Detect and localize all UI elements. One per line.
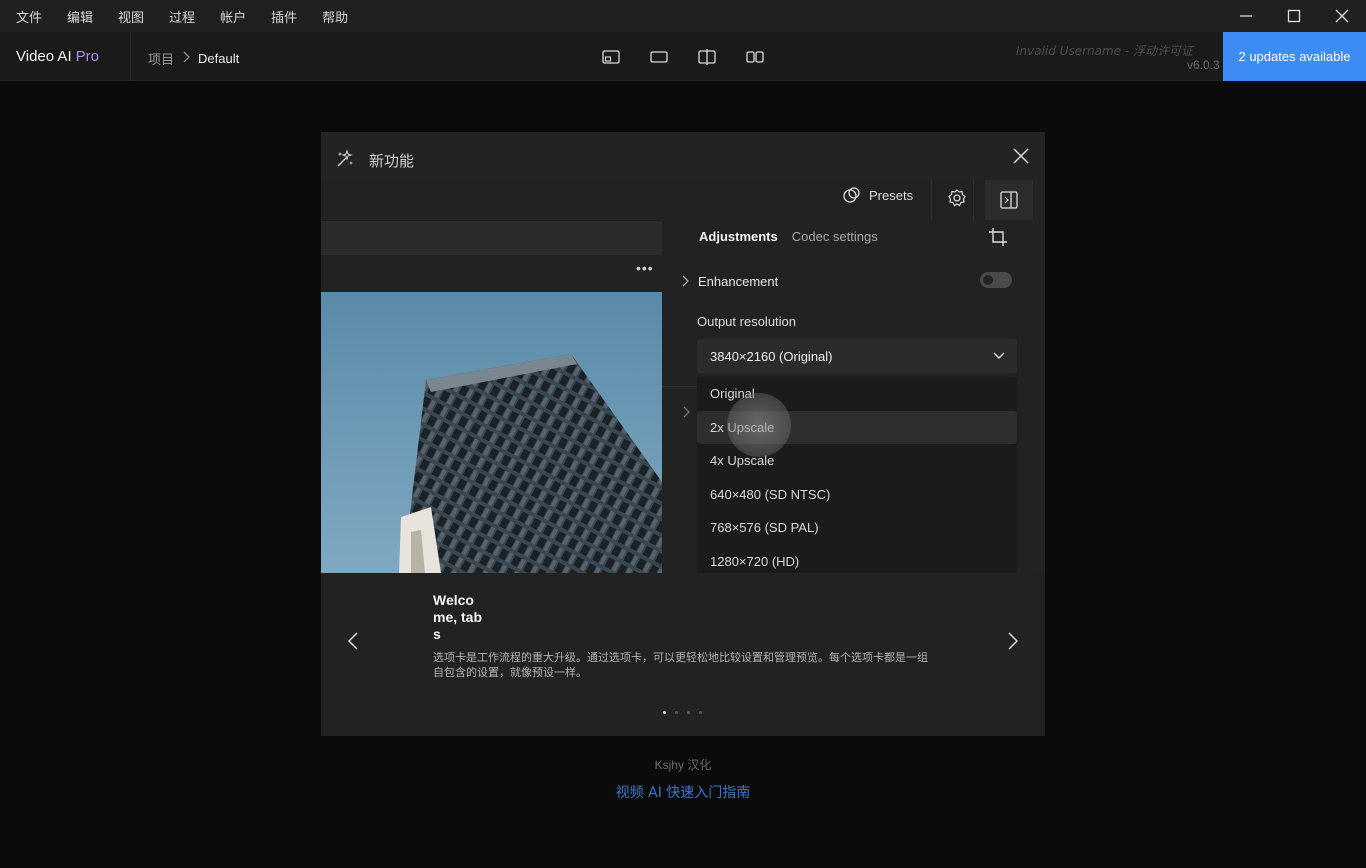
breadcrumb-current-project[interactable]: Default [198, 51, 239, 66]
whats-new-dialog: 新功能 Presets ••• Adjustments Codec settin… [321, 132, 1045, 736]
tab-codec-settings: Codec settings [791, 229, 878, 244]
chevron-left-icon[interactable] [345, 631, 361, 656]
menu-item-view[interactable]: 视图 [118, 7, 144, 26]
page-dot[interactable] [675, 711, 678, 714]
crop-icon [988, 227, 1008, 252]
output-resolution-select: 3840×2160 (Original) [697, 339, 1017, 373]
menu-item-account[interactable]: 帐户 [220, 7, 246, 26]
chevron-down-icon [993, 352, 1005, 359]
toolbar-divider [931, 180, 932, 220]
side-by-side-view-icon[interactable] [742, 46, 768, 68]
resolution-option: 640×480 (SD NTSC) [710, 487, 831, 502]
breadcrumb-projects[interactable]: 项目 [148, 49, 174, 68]
tab-adjustments: Adjustments [699, 229, 778, 244]
presets-button: Presets [843, 186, 913, 204]
presets-label: Presets [869, 187, 914, 203]
toolbar-divider [973, 180, 974, 220]
window-controls [1222, 0, 1366, 32]
preview-toolbar: Presets [321, 180, 1033, 220]
localization-credit: Ksjhy 汉化 [0, 756, 1366, 773]
app-name: Video AI [16, 48, 72, 65]
single-view-icon[interactable] [598, 46, 624, 68]
preview-tab-strip [321, 221, 662, 254]
close-icon[interactable] [1318, 0, 1366, 32]
sparkle-icon [335, 149, 355, 169]
more-options-icon: ••• [636, 260, 654, 276]
slide-description: 选项卡是工作流程的重大升级。通过选项卡，可以更轻松地比较设置和管理预览。每个选项… [433, 651, 928, 679]
menu-item-plugins[interactable]: 插件 [271, 7, 297, 26]
menu: 文件 编辑 视图 过程 帐户 插件 帮助 [16, 7, 373, 26]
app-edition: Pro [75, 48, 99, 65]
output-resolution-label: Output resolution [697, 314, 797, 329]
breadcrumb: 项目 Default [148, 49, 239, 68]
app-brand: Video AI Pro [16, 48, 99, 65]
minimize-icon[interactable] [1222, 0, 1270, 32]
app-version: v6.0.3 [1187, 58, 1220, 72]
resolution-option: 1280×720 (HD) [710, 554, 800, 569]
enhancement-label: Enhancement [698, 273, 779, 289]
menu-item-help[interactable]: 帮助 [322, 7, 348, 26]
menu-bar: 文件 编辑 视图 过程 帐户 插件 帮助 [0, 0, 1366, 32]
license-status: Invalid Username - 浮动许可证 [1016, 44, 1194, 58]
quick-start-guide-link[interactable]: 视频 AI 快速入门指南 [0, 782, 1366, 802]
selected-resolution: 3840×2160 (Original) [710, 348, 833, 364]
credit-suffix: 汉化 [687, 758, 712, 772]
carousel-pagination [663, 711, 711, 714]
enhancement-toggle [980, 272, 1012, 288]
chevron-right-icon[interactable] [1005, 631, 1021, 656]
section-divider [662, 386, 699, 387]
maximize-icon[interactable] [1270, 0, 1318, 32]
feature-carousel: Welcome, tabs 选项卡是工作流程的重大升级。通过选项卡，可以更轻松地… [321, 573, 1045, 736]
resolution-dropdown-menu: Original 2x Upscale 4x Upscale 640×480 (… [697, 377, 1017, 573]
app-header: Video AI Pro 项目 Default Invalid Username … [0, 32, 1366, 81]
panel-tabs: Adjustments Codec settings [699, 229, 878, 244]
resolution-option: 768×576 (SD PAL) [710, 520, 819, 535]
menu-item-file[interactable]: 文件 [16, 7, 42, 26]
full-view-icon[interactable] [646, 46, 672, 68]
panel-toggle-icon [985, 180, 1033, 220]
updates-available-button[interactable]: 2 updates available [1223, 32, 1366, 81]
menu-item-process[interactable]: 过程 [169, 7, 195, 26]
chevron-right-icon [682, 275, 689, 287]
credit-name: Ksjhy [654, 758, 684, 772]
settings-gear-icon [947, 184, 967, 217]
menu-item-edit[interactable]: 编辑 [67, 7, 93, 26]
click-indicator [727, 393, 791, 457]
enhancement-row: Enhancement [680, 270, 1014, 292]
feature-preview-image: Presets ••• Adjustments Codec settings E… [321, 180, 1033, 573]
presets-icon [843, 187, 860, 203]
split-view-icon[interactable] [694, 46, 720, 68]
viewer-header: ••• [321, 254, 662, 292]
view-mode-switcher [598, 46, 790, 68]
dialog-title: 新功能 [369, 152, 415, 170]
chevron-right-icon [681, 405, 691, 423]
page-dot-active[interactable] [663, 711, 666, 714]
video-frame-building [321, 292, 662, 573]
adjustments-panel: Adjustments Codec settings Enhancement O… [662, 220, 1033, 573]
dialog-close-icon[interactable] [1011, 146, 1031, 166]
page-dot[interactable] [687, 711, 690, 714]
page-dot[interactable] [699, 711, 702, 714]
slide-title: Welcome, tabs [433, 592, 483, 642]
header-divider [130, 32, 131, 81]
chevron-right-icon [182, 51, 190, 66]
